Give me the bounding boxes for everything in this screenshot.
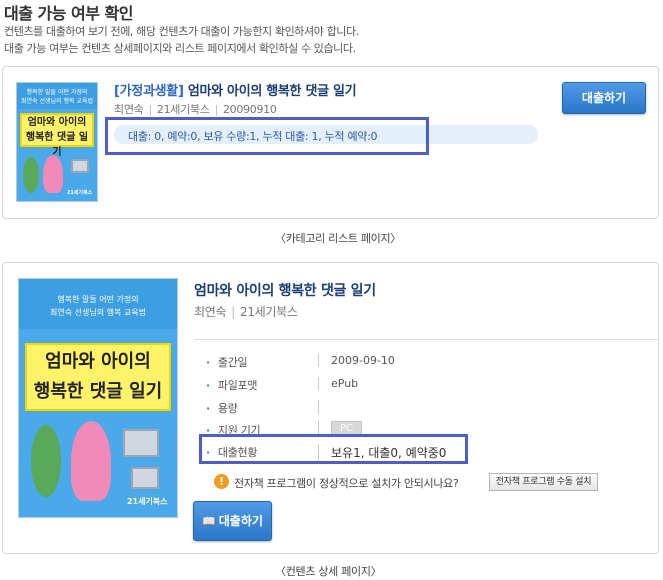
warning-icon: ! <box>214 474 229 489</box>
cover-title: 엄마와 아이의 행복한 댓글 일기 <box>20 113 94 158</box>
list-publisher: 21세기북스 <box>156 103 210 116</box>
detail-status-highlight <box>199 434 468 464</box>
list-page-caption: 〈카테고리 리스트 페이지〉 <box>275 232 401 245</box>
list-author: 최연숙 <box>114 103 144 116</box>
install-notice-text: 전자책 프로그램이 정상적으로 설치가 안되시나요? <box>234 477 459 490</box>
detail-book-meta: 최연숙 | 21세기북스 <box>194 305 298 319</box>
list-status-highlight <box>105 117 429 155</box>
detail-page-caption: 〈컨텐츠 상세 페이지〉 <box>275 565 382 578</box>
list-book-title-text[interactable]: 엄마와 아이의 행복한 댓글 일기 <box>188 84 357 99</box>
cover-figure-graphic-large <box>71 421 111 501</box>
detail-borrow-button[interactable]: 📖 대출하기 <box>193 501 272 541</box>
list-book-meta: 최연숙 | 21세기북스 | 20090910 <box>114 103 277 116</box>
book-icon: 📖 <box>202 515 216 528</box>
cover-leaf-graphic-large <box>31 425 61 497</box>
cover-tv-graphic-large <box>123 429 159 457</box>
detail-info-divider <box>194 339 658 340</box>
description-line-2: 대출 가능 여부는 컨텐츠 상세페이지와 리스트 페이지에서 확인하실 수 있습… <box>4 42 356 55</box>
book-cover-large[interactable]: 행복한 말들 어떤 가정의 최연숙 선생님의 행복 교육법 엄마와 아이의 행복… <box>18 278 178 518</box>
list-book-category[interactable]: [가정과생활] <box>114 84 184 99</box>
cover-subtitle-large: 행복한 말들 어떤 가정의 최연숙 선생님의 행복 교육법 <box>19 279 177 329</box>
cover-publisher: 21세기북스 <box>66 190 93 197</box>
field-label-format: · 파일포맷 <box>206 379 258 392</box>
cover-figure-graphic <box>43 155 63 193</box>
field-value-format: ePub <box>318 377 358 390</box>
field-label-size: · 용량 <box>206 402 238 415</box>
list-date: 20090910 <box>222 103 277 116</box>
cover-leaf-graphic <box>23 157 39 193</box>
detail-book-title: 엄마와 아이의 행복한 댓글 일기 <box>194 283 376 299</box>
cover-publisher-large: 21세기북스 <box>126 497 168 507</box>
list-borrow-button[interactable]: 대출하기 <box>562 82 646 114</box>
detail-borrow-label: 대출하기 <box>218 514 263 528</box>
manual-install-button[interactable]: 전자책 프로그램 수동 설치 <box>489 473 598 491</box>
cover-subtitle: 행복한 말들 어떤 가정의 최연숙 선생님의 행복 교육법 <box>17 83 97 109</box>
list-book-title[interactable]: [가정과생활] 엄마와 아이의 행복한 댓글 일기 <box>114 80 357 99</box>
field-label-pubdate: · 출간일 <box>206 356 248 369</box>
detail-author: 최연숙 <box>194 305 227 319</box>
book-cover-small[interactable]: 행복한 말들 어떤 가정의 최연숙 선생님의 행복 교육법 엄마와 아이의 행복… <box>16 82 98 202</box>
description-line-1: 컨텐츠를 대출하여 보기 전에, 해당 컨텐츠가 대출이 가능한지 확인하셔야 … <box>4 25 359 38</box>
field-value-pubdate: 2009-09-10 <box>318 354 395 367</box>
cover-tv-graphic <box>71 159 89 173</box>
field-value-size <box>318 400 331 414</box>
page-title: 대출 가능 여부 확인 <box>4 4 133 23</box>
detail-publisher: 21세기북스 <box>239 305 298 319</box>
cover-title-large: 엄마와 아이의 행복한 댓글 일기 <box>25 343 171 411</box>
cover-tv-graphic-large-2 <box>131 467 159 489</box>
